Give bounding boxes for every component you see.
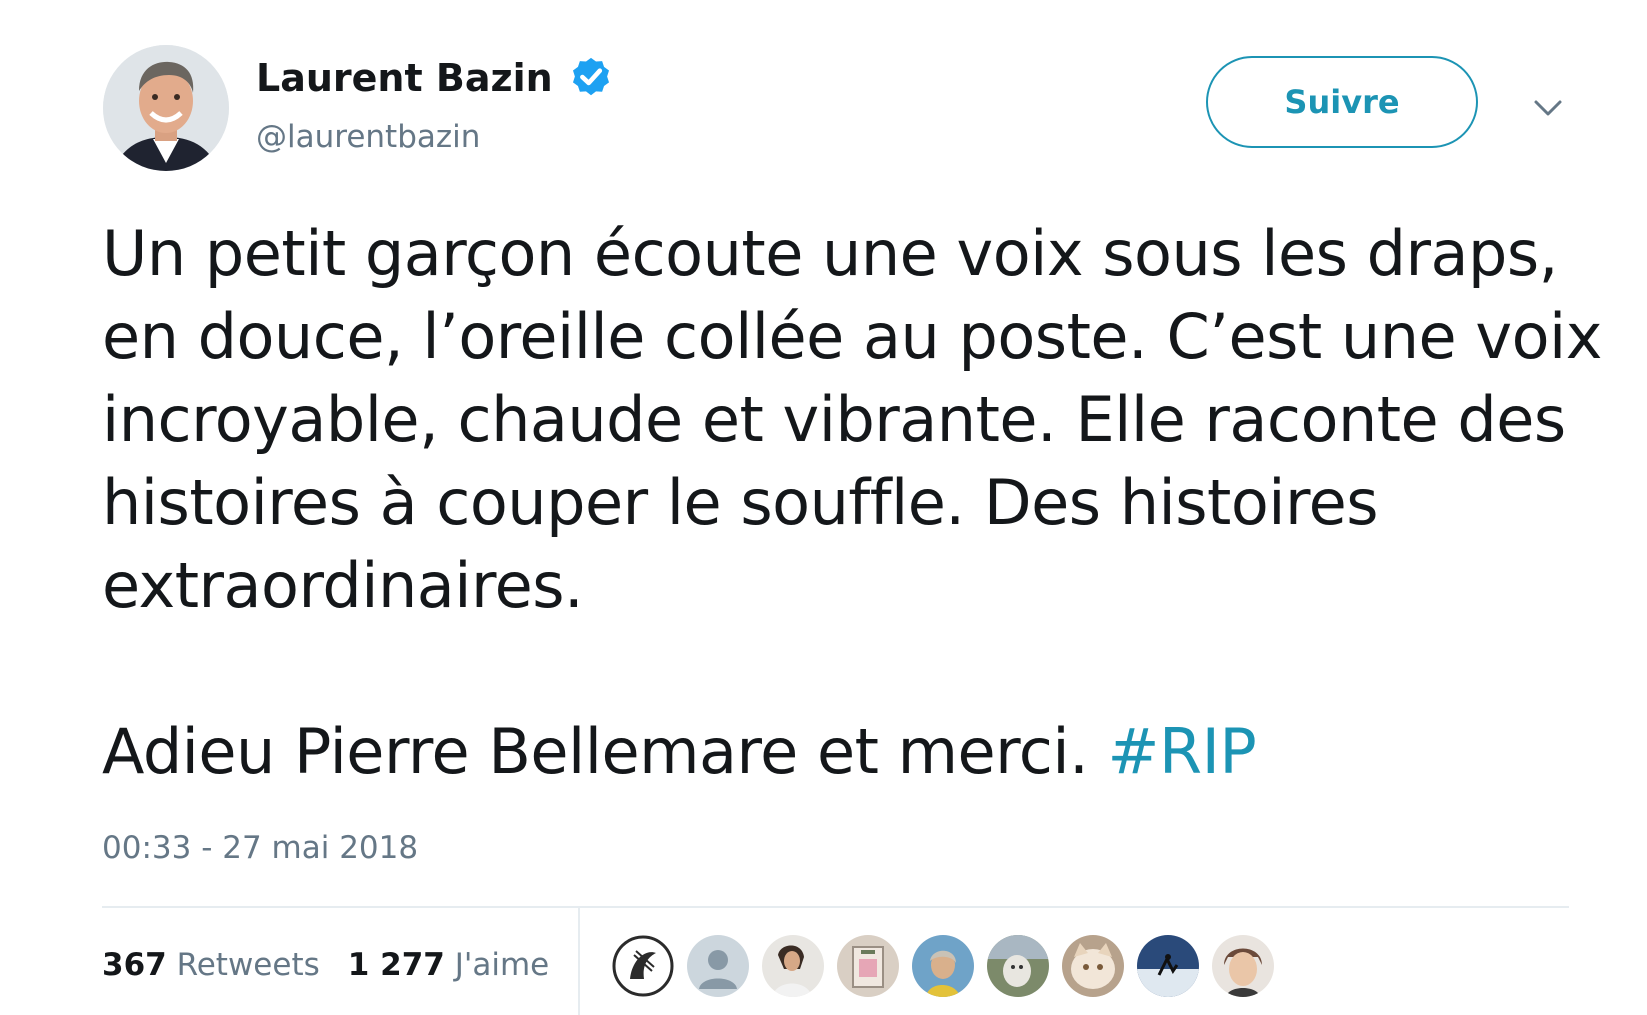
author-handle[interactable]: @laurentbazin xyxy=(256,117,480,157)
stats-divider xyxy=(578,908,580,1015)
hashtag-link[interactable]: #RIP xyxy=(1108,715,1257,788)
tweet-card: Laurent Bazin @laurentbazin Suivre Un pe… xyxy=(0,0,1647,1015)
author-name[interactable]: Laurent Bazin xyxy=(256,52,553,104)
liker-avatar[interactable] xyxy=(1212,935,1274,997)
divider xyxy=(102,906,1569,908)
tweet-timestamp[interactable]: 00:33 - 27 mai 2018 xyxy=(102,828,418,868)
chevron-down-icon[interactable] xyxy=(1530,90,1566,126)
retweets-count: 367 xyxy=(102,947,167,983)
liker-avatar[interactable] xyxy=(1137,935,1199,997)
liker-avatar[interactable] xyxy=(1062,935,1124,997)
likes-count: 1 277 xyxy=(347,947,445,983)
liker-avatar[interactable] xyxy=(612,935,674,997)
author-avatar[interactable] xyxy=(103,45,229,171)
verified-badge-icon xyxy=(572,57,610,96)
liker-avatar[interactable] xyxy=(912,935,974,997)
follow-button[interactable]: Suivre xyxy=(1206,56,1478,148)
liker-avatar[interactable] xyxy=(837,935,899,997)
tweet-paragraph: Adieu Pierre Bellemare et merci. #RIP xyxy=(102,710,1622,793)
tweet-paragraph-text: Adieu Pierre Bellemare et merci. xyxy=(102,715,1089,788)
liker-avatar[interactable] xyxy=(687,935,749,997)
tweet-text: Un petit garçon écoute une voix sous les… xyxy=(102,212,1622,793)
tweet-paragraph: Un petit garçon écoute une voix sous les… xyxy=(102,217,1602,622)
retweets-stat[interactable]: 367 Retweets xyxy=(102,947,320,983)
likes-label: J'aime xyxy=(454,947,550,983)
likes-stat[interactable]: 1 277 J'aime xyxy=(348,947,549,983)
tweet-stats: 367 Retweets 1 277 J'aime xyxy=(102,945,577,985)
retweets-label: Retweets xyxy=(176,947,320,983)
likers-avatars xyxy=(612,935,1274,997)
liker-avatar[interactable] xyxy=(762,935,824,997)
liker-avatar[interactable] xyxy=(987,935,1049,997)
